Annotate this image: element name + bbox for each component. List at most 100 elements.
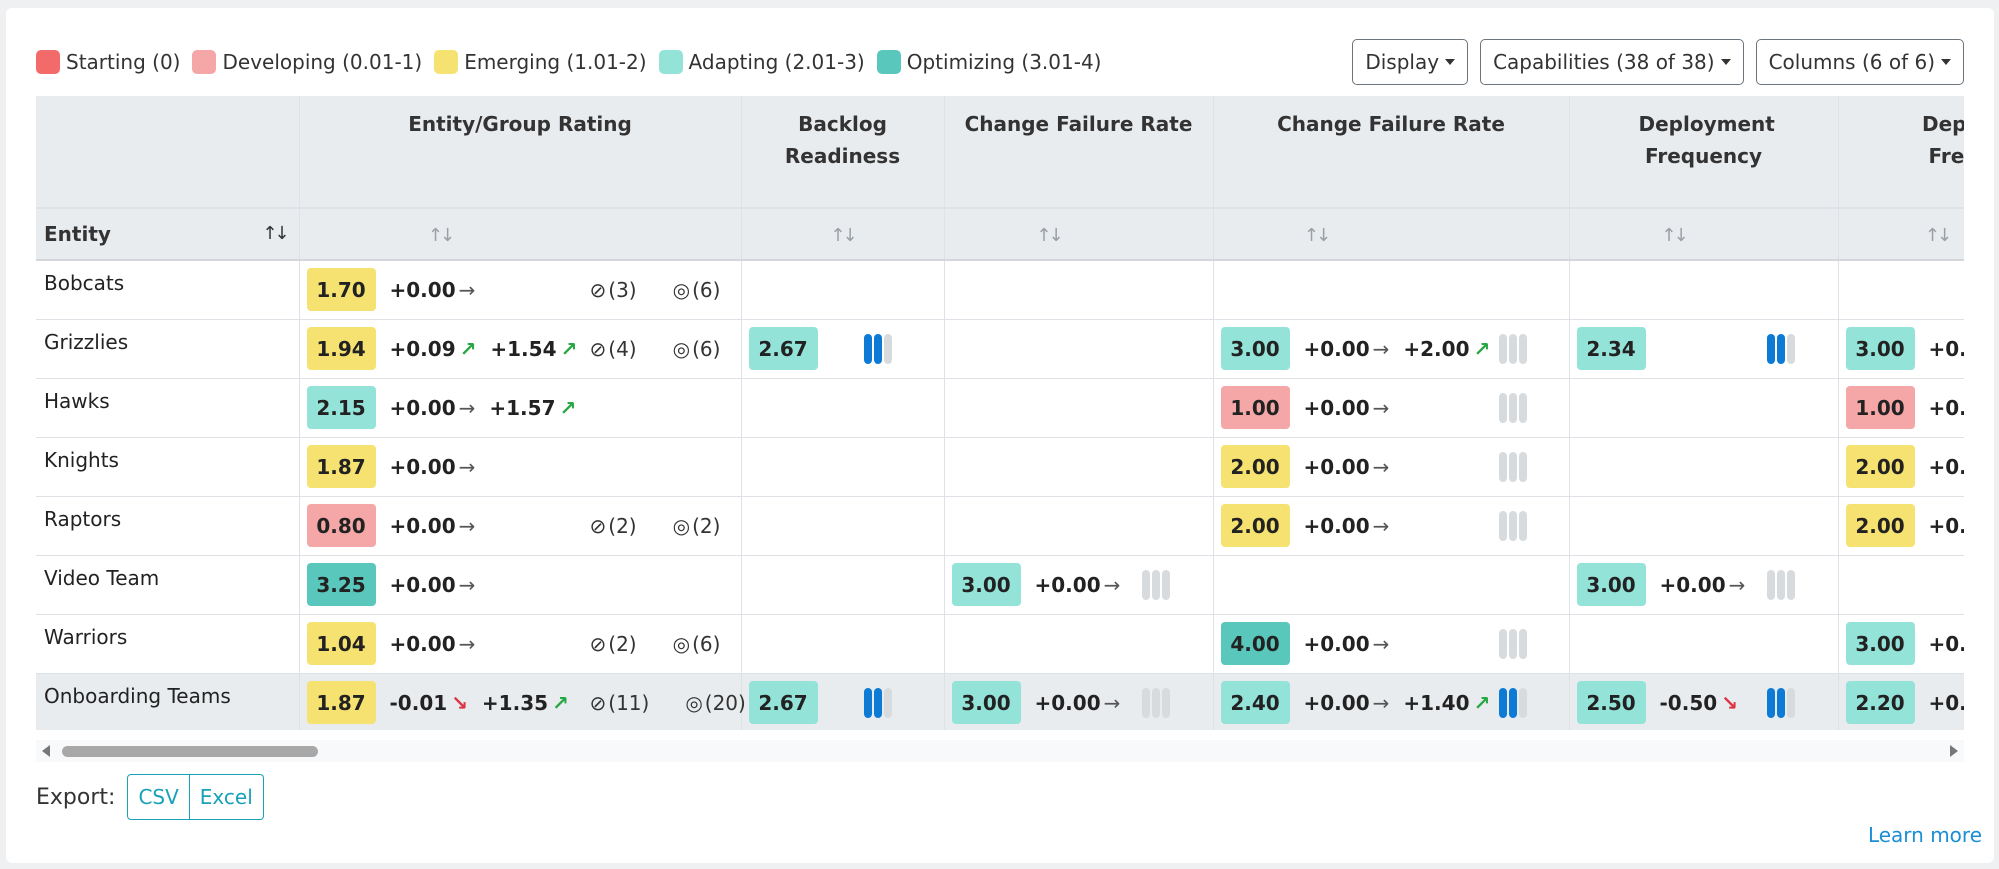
blocked-icon: ⊘ xyxy=(589,336,607,361)
progress-bar-segment xyxy=(883,687,892,718)
scroll-left-icon[interactable] xyxy=(42,745,50,757)
score-badge[interactable]: 0.80 xyxy=(306,504,376,547)
score-badge[interactable]: 3.00 xyxy=(951,563,1021,606)
cfr-cell-2: 2.40 +0.00 → +1.40 ↗ xyxy=(1213,673,1570,730)
score-badge[interactable]: 1.04 xyxy=(306,622,376,665)
sort-cfr-2[interactable]: ↑↓ xyxy=(1213,208,1570,261)
entity-name[interactable]: Bobcats xyxy=(36,260,300,320)
score-badge[interactable]: 2.67 xyxy=(748,681,818,724)
horizontal-scrollbar[interactable] xyxy=(36,740,1964,762)
score-badge[interactable]: 1.00 xyxy=(1845,386,1915,429)
scroll-right-icon[interactable] xyxy=(1950,745,1958,757)
cfr-cell-2: 1.00 +0.00 → xyxy=(1213,378,1570,438)
progress-bar-segment xyxy=(1776,569,1785,600)
score-badge[interactable]: 2.67 xyxy=(748,327,818,370)
progress-bar-segment xyxy=(1766,569,1775,600)
rating-meta: ⊘ (4) ◎ (6) xyxy=(589,336,721,361)
progress-bars xyxy=(1141,569,1172,600)
table-row: Video Team 3.25 +0.00 → 3.00 +0.00 → 3.00 +0.00 → xyxy=(36,555,1964,615)
entity-name[interactable]: Hawks xyxy=(36,378,300,438)
capabilities-dropdown[interactable]: Capabilities (38 of 38) xyxy=(1480,39,1744,85)
progress-bar-segment xyxy=(1766,687,1775,718)
cfr-cell xyxy=(944,496,1214,556)
score-badge[interactable]: 3.00 xyxy=(1576,563,1646,606)
entity-column-header[interactable]: Entity ↑↓ xyxy=(36,208,300,261)
progress-bar-segment xyxy=(1518,451,1527,482)
export-csv-button[interactable]: CSV xyxy=(127,774,190,820)
progress-bar-segment xyxy=(1151,569,1160,600)
cfr-cell xyxy=(944,437,1214,497)
cfr-cell-2: 4.00 +0.00 → xyxy=(1213,614,1570,674)
score-badge[interactable]: 1.94 xyxy=(306,327,376,370)
score-badge[interactable]: 3.00 xyxy=(1845,327,1915,370)
progress-bars xyxy=(1766,569,1797,600)
score-badge[interactable]: 1.87 xyxy=(306,445,376,488)
sort-rating[interactable]: ↑↓ xyxy=(299,208,742,261)
sort-icon[interactable]: ↑↓ xyxy=(1036,225,1063,246)
score-badge[interactable]: 2.00 xyxy=(1845,504,1915,547)
score-badge[interactable]: 3.00 xyxy=(1845,622,1915,665)
backlog-cell: 2.67 xyxy=(741,319,945,379)
backlog-cell xyxy=(741,378,945,438)
columns-dropdown[interactable]: Columns (6 of 6) xyxy=(1755,39,1964,85)
learn-more-link[interactable]: Learn more xyxy=(1868,823,1982,847)
sort-icon[interactable]: ↑↓ xyxy=(830,225,857,246)
entity-name[interactable]: Knights xyxy=(36,437,300,497)
progress-bars xyxy=(1498,628,1529,659)
entity-name[interactable]: Grizzlies xyxy=(36,319,300,379)
entity-name[interactable]: Warriors xyxy=(36,614,300,674)
delta-value: +0.0→ xyxy=(1928,513,1965,538)
trend-down-icon: ↘ xyxy=(451,690,468,715)
score-badge[interactable]: 3.25 xyxy=(306,563,376,606)
sort-icon[interactable]: ↑↓ xyxy=(428,225,455,246)
sort-deploy[interactable]: ↑↓ xyxy=(1569,208,1839,261)
delta-value: +0.00 → xyxy=(389,454,476,479)
score-badge[interactable]: 2.50 xyxy=(1576,681,1646,724)
export-excel-button[interactable]: Excel xyxy=(189,774,264,820)
sort-icon[interactable]: ↑↓ xyxy=(1925,225,1952,246)
sort-icon[interactable]: ↑↓ xyxy=(262,223,289,244)
ratings-table-body: Bobcats 1.70 +0.00 → ⊘ (3) ◎ (6) Grizzlies 1.94 +0… xyxy=(36,260,1964,730)
score-badge[interactable]: 1.87 xyxy=(306,681,376,724)
progress-bar-segment xyxy=(883,333,892,364)
progress-bar-segment xyxy=(1498,510,1507,541)
entity-name[interactable]: Video Team xyxy=(36,555,300,615)
score-badge[interactable]: 2.34 xyxy=(1576,327,1646,370)
progress-bar-segment xyxy=(1151,687,1160,718)
score-badge[interactable]: 2.15 xyxy=(306,386,376,429)
delta-value: +0.0→ xyxy=(1928,690,1965,715)
progress-bar-segment xyxy=(1776,333,1785,364)
score-badge[interactable]: 1.70 xyxy=(306,268,376,312)
sort-icon[interactable]: ↑↓ xyxy=(1304,225,1331,246)
sort-icon[interactable]: ↑↓ xyxy=(1661,225,1688,246)
progress-bar-segment xyxy=(1498,333,1507,364)
trend-up-icon: ↗ xyxy=(552,690,569,715)
sort-backlog[interactable]: ↑↓ xyxy=(741,208,945,261)
score-badge[interactable]: 4.00 xyxy=(1220,622,1290,665)
scroll-thumb[interactable] xyxy=(62,746,318,757)
entity-name[interactable]: Raptors xyxy=(36,496,300,556)
score-badge[interactable]: 2.40 xyxy=(1220,681,1290,724)
delta-value: +0.00 → xyxy=(389,513,476,538)
rating-cell: 1.70 +0.00 → ⊘ (3) ◎ (6) xyxy=(299,260,742,320)
score-badge[interactable]: 3.00 xyxy=(951,681,1021,724)
score-badge[interactable]: 1.00 xyxy=(1220,386,1290,429)
deploy-cell-2: 3.00 +0.0→ xyxy=(1838,319,1964,379)
score-badge[interactable]: 2.20 xyxy=(1845,681,1915,724)
delta-value: +0.0→ xyxy=(1928,631,1965,656)
sort-deploy-2[interactable]: ↑↓ xyxy=(1838,208,1964,261)
rating-cell: 0.80 +0.00 → ⊘ (2) ◎ (2) xyxy=(299,496,742,556)
score-badge[interactable]: 2.00 xyxy=(1220,504,1290,547)
progress-bars xyxy=(1498,333,1529,364)
score-badge[interactable]: 3.00 xyxy=(1220,327,1290,370)
entity-name[interactable]: Onboarding Teams xyxy=(36,673,300,730)
sort-cfr[interactable]: ↑↓ xyxy=(944,208,1214,261)
flat-arrow-icon: → xyxy=(1103,690,1121,715)
delta-value: +2.00 ↗ xyxy=(1403,336,1491,361)
score-badge[interactable]: 2.00 xyxy=(1220,445,1290,488)
cfr-cell-2: 2.00 +0.00 → xyxy=(1213,496,1570,556)
display-dropdown[interactable]: Display xyxy=(1352,39,1469,85)
progress-bar-segment xyxy=(1518,333,1527,364)
score-badge[interactable]: 2.00 xyxy=(1845,445,1915,488)
backlog-cell xyxy=(741,260,945,320)
